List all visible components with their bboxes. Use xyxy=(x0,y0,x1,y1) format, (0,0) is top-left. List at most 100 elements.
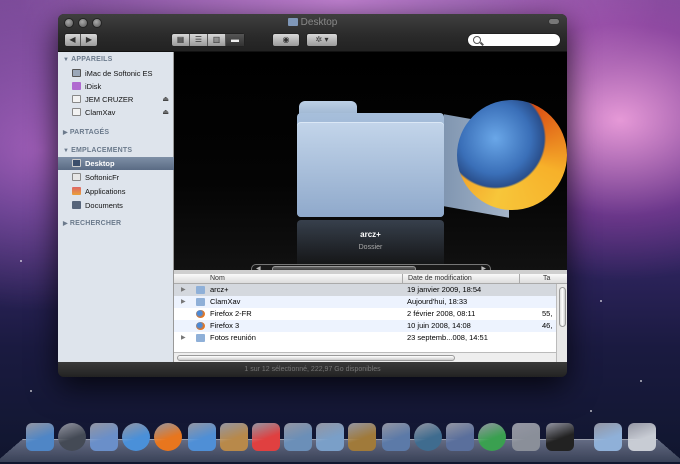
system-preferences-icon[interactable] xyxy=(512,423,540,451)
sidebar-item-label: JEM CRUZER xyxy=(85,95,134,104)
sidebar-item-imac[interactable]: iMac de Softonic ES xyxy=(58,67,174,80)
forward-button[interactable]: ▶ xyxy=(81,34,97,46)
address-book-icon[interactable] xyxy=(220,423,248,451)
vertical-scrollbar[interactable] xyxy=(556,284,567,362)
mail-icon[interactable] xyxy=(90,423,118,451)
cover-flow-title: arcz+ xyxy=(360,230,381,239)
firefox-icon[interactable] xyxy=(154,423,182,451)
row-date: 23 septemb...008, 14:51 xyxy=(407,333,488,342)
finder-window: Desktop ◀ ▶ ▦ ☰ ▥ ▬ ◉ ✲ ▾ ▼ APPAREILS iMac de… xyxy=(58,14,567,377)
time-machine-icon[interactable] xyxy=(414,423,442,451)
folder-icon xyxy=(196,298,205,306)
dashboard-icon[interactable] xyxy=(58,423,86,451)
row-name: Firefox 2-FR xyxy=(210,309,252,318)
sidebar-section-label: APPAREILS xyxy=(71,56,113,63)
terminal-icon[interactable] xyxy=(546,423,574,451)
firefox-icon[interactable] xyxy=(457,100,567,210)
row-date: 10 juin 2008, 14:08 xyxy=(407,321,471,330)
column-header-size-label: Ta xyxy=(543,275,551,282)
ichat-icon[interactable] xyxy=(188,423,216,451)
folder-icon[interactable] xyxy=(297,101,444,217)
applications-icon xyxy=(72,187,81,195)
search-input[interactable] xyxy=(483,34,557,46)
sidebar-item-documents[interactable]: Documents xyxy=(58,199,174,212)
sidebar-item-label: Applications xyxy=(85,187,126,196)
eject-icon[interactable]: ⏏ xyxy=(162,106,169,119)
star xyxy=(600,300,602,302)
column-header-size[interactable]: Ta xyxy=(519,274,567,284)
row-name: ClamXav xyxy=(210,297,241,306)
photo-booth-icon[interactable] xyxy=(446,423,474,451)
toolbar-toggle-button[interactable] xyxy=(548,18,560,25)
row-name: Firefox 3 xyxy=(210,321,240,330)
usb-drive-icon xyxy=(72,95,81,103)
column-view-icon[interactable]: ▥ xyxy=(208,34,226,46)
row-name: Fotos reunión xyxy=(210,333,256,342)
sidebar-section-shared[interactable]: ▶ PARTAGÉS xyxy=(63,129,109,136)
search-icon xyxy=(473,36,481,44)
firefox-icon xyxy=(196,310,205,318)
icon-view-icon[interactable]: ▦ xyxy=(172,34,190,46)
finder-icon[interactable] xyxy=(26,423,54,451)
eject-icon[interactable]: ⏏ xyxy=(162,93,169,106)
row-date: 19 janvier 2009, 18:54 xyxy=(407,285,482,294)
back-button[interactable]: ◀ xyxy=(65,34,81,46)
sidebar-item-desktop[interactable]: Desktop xyxy=(58,157,174,170)
folder-icon xyxy=(196,286,205,294)
sidebar-section-places[interactable]: ▼ EMPLACEMENTS xyxy=(63,147,132,154)
sidebar-section-label: EMPLACEMENTS xyxy=(71,147,133,154)
disclosure-triangle-icon[interactable]: ▶ xyxy=(181,332,186,344)
preview-icon[interactable] xyxy=(284,423,312,451)
list-row[interactable]: Firefox 3 10 juin 2008, 14:08 46, xyxy=(174,320,556,332)
vertical-scroll-thumb[interactable] xyxy=(559,287,566,327)
ical-icon[interactable] xyxy=(252,423,280,451)
folder-icon[interactable] xyxy=(594,423,622,451)
action-menu-button[interactable]: ✲ ▾ xyxy=(306,33,338,47)
spaces-icon[interactable] xyxy=(382,423,410,451)
folder-icon xyxy=(196,334,205,342)
column-header-date[interactable]: Date de modification xyxy=(402,274,472,284)
disclosure-triangle-icon[interactable]: ▶ xyxy=(181,284,186,296)
list-row[interactable]: ▶ arcz+ 19 janvier 2009, 18:54 xyxy=(174,284,556,296)
row-date: 2 février 2008, 08:11 xyxy=(407,309,476,318)
cover-flow-view[interactable]: arcz+ Dossier ◀ ▶ xyxy=(174,52,567,270)
coverflow-view-icon[interactable]: ▬ xyxy=(226,34,244,46)
file-list: Nom Date de modification Ta ▶ arcz+ 19 j… xyxy=(174,274,567,362)
back-forward-control: ◀ ▶ xyxy=(64,33,98,47)
sidebar-item-label: iMac de Softonic ES xyxy=(85,69,153,78)
iphoto-icon[interactable] xyxy=(316,423,344,451)
sidebar-section-search[interactable]: ▶ RECHERCHER xyxy=(63,220,121,227)
sidebar-item-jem-cruzer[interactable]: JEM CRUZER ⏏ xyxy=(58,93,174,106)
window-titlebar[interactable]: Desktop ◀ ▶ ▦ ☰ ▥ ▬ ◉ ✲ ▾ xyxy=(58,14,567,52)
star xyxy=(640,380,642,382)
gear-icon: ✲ ▾ xyxy=(315,35,329,44)
safari-icon[interactable] xyxy=(122,423,150,451)
quick-look-button[interactable]: ◉ xyxy=(272,33,300,47)
list-row[interactable]: ▶ Fotos reunión 23 septemb...008, 14:51 xyxy=(174,332,556,344)
sidebar-item-label: Documents xyxy=(85,201,123,210)
window-title-text: Desktop xyxy=(300,17,338,28)
sidebar-item-label: iDisk xyxy=(85,82,102,91)
garageband-icon[interactable] xyxy=(348,423,376,451)
sidebar-item-clamxav[interactable]: ClamXav ⏏ xyxy=(58,106,174,119)
disk-image-icon xyxy=(72,108,81,116)
star xyxy=(20,260,22,262)
list-row[interactable]: ▶ ClamXav Aujourd'hui, 18:33 xyxy=(174,296,556,308)
sidebar-item-applications[interactable]: Applications xyxy=(58,185,174,198)
sidebar-section-devices[interactable]: ▼ APPAREILS xyxy=(63,56,112,63)
horizontal-scroll-thumb[interactable] xyxy=(177,355,455,361)
list-view-icon[interactable]: ☰ xyxy=(190,34,208,46)
pinwheel-icon[interactable] xyxy=(478,423,506,451)
sidebar-item-idisk[interactable]: iDisk xyxy=(58,80,174,93)
sidebar-item-softonicfr[interactable]: SoftonicFr xyxy=(58,171,174,184)
firefox-icon xyxy=(196,322,205,330)
list-row[interactable]: Firefox 2-FR 2 février 2008, 08:11 55, xyxy=(174,308,556,320)
horizontal-scrollbar[interactable] xyxy=(174,352,556,362)
disclosure-triangle-icon[interactable]: ▶ xyxy=(181,296,186,308)
trash-icon[interactable] xyxy=(628,423,656,451)
column-header-name[interactable]: Nom xyxy=(210,274,225,284)
sidebar: ▼ APPAREILS iMac de Softonic ES iDisk JEM… xyxy=(58,52,174,362)
disclosure-triangle-icon: ▼ xyxy=(63,57,70,63)
row-name: arcz+ xyxy=(210,285,229,294)
search-field[interactable] xyxy=(467,33,561,47)
